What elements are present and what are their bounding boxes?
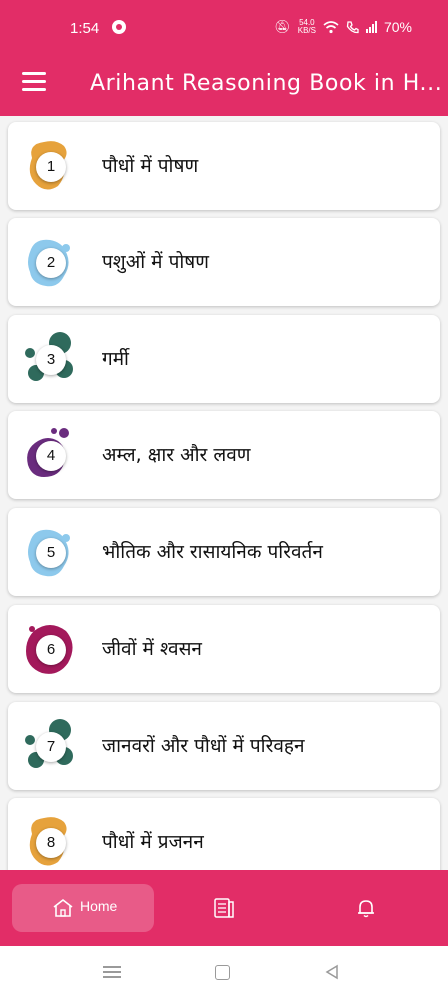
system-navigation-bar — [0, 946, 448, 1000]
status-bar: 1:54 🔕︎ 54.0 KB/S 70% — [0, 0, 448, 46]
hamburger-icon — [22, 72, 46, 75]
nav-home-label: Home — [80, 898, 118, 914]
chapter-number: 6 — [36, 635, 66, 665]
nav-notifications-button[interactable] — [342, 884, 390, 932]
chapter-badge: 3 — [22, 329, 78, 389]
status-time: 1:54 — [70, 20, 100, 37]
chapter-card-8[interactable]: 8 पौधों में प्रजनन — [8, 798, 440, 870]
chapter-title: जानवरों और पौधों में परिवहन — [102, 735, 305, 757]
chapter-number: 3 — [36, 345, 66, 375]
status-indicators: 🔕︎ 54.0 KB/S 70% — [274, 19, 412, 36]
home-icon — [53, 898, 73, 917]
wifi-icon — [323, 21, 339, 34]
chapter-number: 8 — [36, 828, 66, 858]
mute-icon: 🔕︎ — [274, 19, 291, 34]
app-bar: Arihant Reasoning Book in H... — [0, 46, 448, 116]
chapter-number: 7 — [36, 732, 66, 762]
system-home-button[interactable] — [215, 965, 230, 980]
chapter-list[interactable]: 1 पौधों में पोषण 2 पशुओं में पोषण 3 गर्म… — [0, 116, 448, 870]
whatsapp-icon — [112, 20, 126, 34]
chapter-badge: 2 — [22, 232, 78, 292]
signal-icon — [365, 21, 377, 33]
nav-home-button[interactable]: Home — [12, 884, 154, 932]
chapter-card-7[interactable]: 7 जानवरों और पौधों में परिवहन — [8, 702, 440, 790]
chapter-title: भौतिक और रासायनिक परिवर्तन — [102, 541, 323, 563]
chapter-badge: 6 — [22, 619, 78, 679]
recent-apps-button[interactable] — [103, 965, 121, 979]
system-back-button[interactable] — [324, 964, 340, 980]
network-speed-unit: KB/S — [297, 26, 316, 35]
chapter-card-1[interactable]: 1 पौधों में पोषण — [8, 122, 440, 210]
nav-books-button[interactable] — [200, 884, 248, 932]
bell-icon — [358, 900, 374, 918]
chapter-badge: 4 — [22, 425, 78, 485]
chapter-number: 4 — [36, 441, 66, 471]
battery-level: 70% — [383, 19, 412, 35]
chapter-title: पौधों में पोषण — [102, 155, 199, 177]
chapter-badge: 8 — [22, 812, 78, 870]
chapter-card-5[interactable]: 5 भौतिक और रासायनिक परिवर्तन — [8, 508, 440, 596]
chapter-number: 1 — [36, 152, 66, 182]
chapter-title: पौधों में प्रजनन — [102, 831, 204, 853]
chapter-badge: 1 — [22, 136, 78, 196]
chapter-card-6[interactable]: 6 जीवों में श्वसन — [8, 605, 440, 693]
chapter-card-2[interactable]: 2 पशुओं में पोषण — [8, 218, 440, 306]
network-speed: 54.0 KB/S — [298, 19, 316, 35]
book-list-icon — [214, 898, 234, 918]
chapter-title: अम्ल, क्षार और लवण — [102, 444, 251, 466]
chapter-title: जीवों में श्वसन — [102, 638, 202, 660]
chapter-title: गर्मी — [102, 348, 129, 370]
chapter-badge: 7 — [22, 716, 78, 776]
chapter-number: 2 — [36, 248, 66, 278]
chapter-card-3[interactable]: 3 गर्मी — [8, 315, 440, 403]
chapter-badge: 5 — [22, 522, 78, 582]
call-icon — [346, 20, 359, 33]
chapter-number: 5 — [36, 538, 66, 568]
menu-button[interactable] — [22, 70, 48, 92]
bottom-navigation: Home — [0, 870, 448, 946]
chapter-card-4[interactable]: 4 अम्ल, क्षार और लवण — [8, 411, 440, 499]
app-title: Arihant Reasoning Book in H... — [90, 71, 440, 96]
chapter-title: पशुओं में पोषण — [102, 251, 210, 273]
